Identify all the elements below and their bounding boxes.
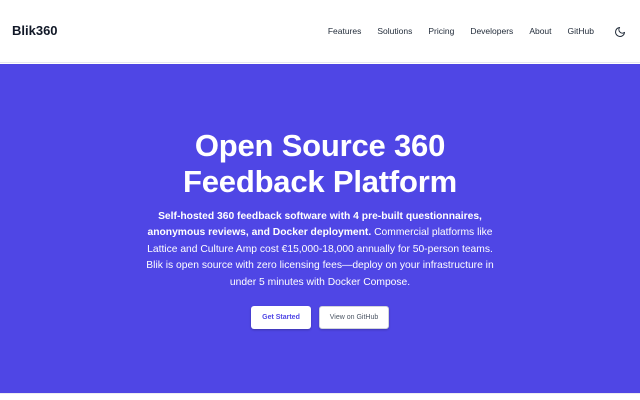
theme-toggle-button[interactable]: [614, 25, 626, 37]
get-started-button[interactable]: Get Started: [251, 306, 311, 329]
hero-title-line2: Feedback Platform: [183, 164, 457, 199]
view-on-github-button[interactable]: View on GitHub: [319, 306, 389, 329]
hero-title-line1: Open Source 360: [194, 128, 446, 163]
main-nav: Features Solutions Pricing Developers Ab…: [312, 25, 594, 37]
hero-description: Self-hosted 360 feedback software with 4…: [140, 209, 500, 291]
top-navbar: Blik360 Features Solutions Pricing Devel…: [0, 0, 640, 63]
nav-link-developers[interactable]: Developers: [470, 25, 513, 37]
nav-link-pricing[interactable]: Pricing: [428, 25, 454, 37]
brand-logo-link[interactable]: Blik360: [12, 22, 58, 40]
nav-link-about[interactable]: About: [529, 25, 551, 37]
nav-link-features[interactable]: Features: [328, 25, 362, 37]
nav-link-solutions[interactable]: Solutions: [377, 25, 412, 37]
moon-icon: [615, 27, 625, 37]
nav-link-github[interactable]: GitHub: [568, 25, 594, 37]
hero-title: Open Source 360 Feedback Platform: [0, 128, 640, 200]
next-section-edge: [0, 393, 640, 400]
